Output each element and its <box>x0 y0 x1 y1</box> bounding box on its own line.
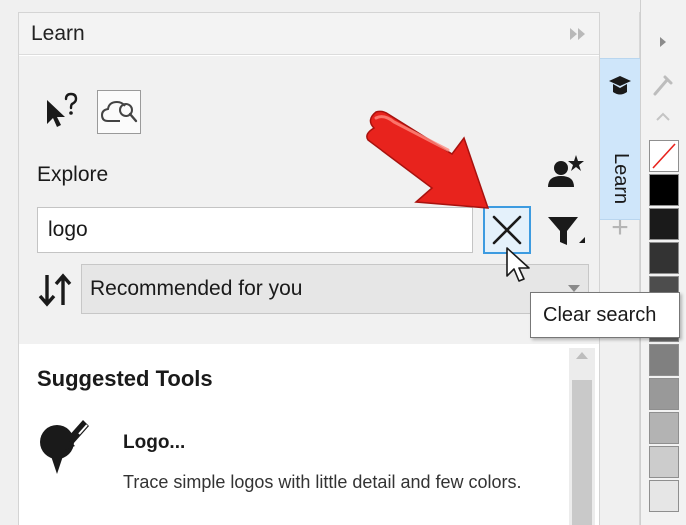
user-star-icon[interactable] <box>543 151 587 195</box>
sort-dropdown-value: Recommended for you <box>90 277 303 300</box>
swatch[interactable] <box>649 412 679 444</box>
section-title: Suggested Tools <box>37 366 213 391</box>
results-pane: Suggested Tools Logo... Trace simple log… <box>19 344 599 525</box>
cloud-search-icon[interactable] <box>97 90 141 134</box>
scroll-thumb[interactable] <box>572 380 592 525</box>
swatch[interactable] <box>649 344 679 376</box>
trace-tool-icon[interactable] <box>35 416 95 480</box>
color-palette <box>640 0 686 525</box>
scroll-up-icon[interactable] <box>576 352 588 359</box>
chevron-up-icon[interactable] <box>655 110 671 124</box>
filter-icon[interactable] <box>543 209 587 253</box>
fast-forward-icon[interactable] <box>565 21 591 47</box>
swatch[interactable] <box>649 174 679 206</box>
result-title[interactable]: Logo... <box>123 432 185 454</box>
mouse-pointer-icon <box>504 246 534 286</box>
explore-label: Explore <box>37 163 109 186</box>
tab-learn[interactable]: Learn <box>600 58 640 220</box>
whats-this-pointer-icon[interactable] <box>39 90 83 134</box>
swatch[interactable] <box>649 480 679 512</box>
swatch[interactable] <box>649 208 679 240</box>
swatch[interactable] <box>649 242 679 274</box>
search-area: Explore logo Recommended for you <box>19 56 599 344</box>
docker-titlebar: Learn <box>19 13 599 55</box>
result-description: Trace simple logos with little detail an… <box>123 472 522 492</box>
swatch[interactable] <box>649 446 679 478</box>
docker-tab-strip: Learn + <box>600 12 640 525</box>
chevron-right-icon[interactable] <box>655 34 671 50</box>
red-arrow-callout <box>360 110 510 220</box>
swatch-none[interactable] <box>649 140 679 172</box>
sort-arrows-icon[interactable] <box>37 269 77 313</box>
clear-search-tooltip: Clear search <box>530 292 680 338</box>
chevron-down-icon <box>568 285 580 292</box>
eyedropper-icon[interactable] <box>651 72 675 98</box>
docker-title: Learn <box>31 22 85 45</box>
application-frame: Learn Explore logo Recommended for you S… <box>0 0 686 525</box>
swatch[interactable] <box>649 378 679 410</box>
vertical-scrollbar[interactable] <box>569 348 595 525</box>
graduation-cap-icon <box>608 73 632 99</box>
add-docker-icon[interactable]: + <box>608 213 632 243</box>
